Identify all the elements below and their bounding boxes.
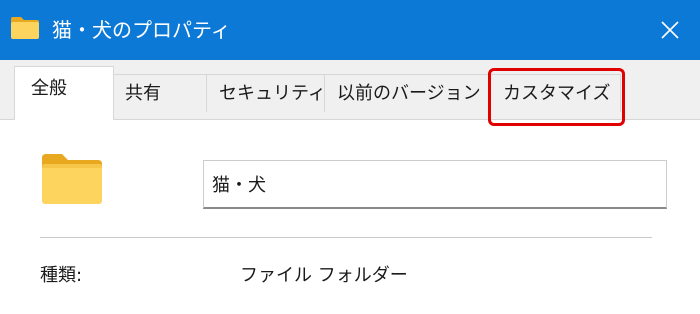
close-button[interactable] (640, 0, 700, 60)
folder-icon (10, 16, 40, 40)
tab-previous-versions[interactable]: 以前のバージョン (325, 74, 491, 112)
folder-icon (40, 152, 104, 206)
type-label: 種類: (40, 265, 83, 286)
folder-name-input[interactable] (203, 160, 667, 209)
tab-customize[interactable]: カスタマイズ (491, 74, 621, 112)
close-icon (661, 21, 679, 39)
tab-general[interactable]: 全般 (14, 66, 114, 120)
title-bar[interactable]: 猫・犬のプロパティ (0, 0, 700, 60)
type-value: ファイル フォルダー (240, 265, 408, 286)
general-tab-panel: 種類: ファイル フォルダー (0, 119, 700, 314)
divider (40, 237, 652, 238)
window-title: 猫・犬のプロパティ (52, 18, 231, 42)
tab-strip: 全般 共有 セキュリティ 以前のバージョン カスタマイズ (0, 60, 700, 120)
properties-dialog: 猫・犬のプロパティ 全般 共有 セキュリティ 以前のバージョン カスタマイズ 種… (0, 0, 700, 314)
tab-security[interactable]: セキュリティ (207, 74, 326, 112)
tab-sharing[interactable]: 共有 (113, 74, 207, 112)
